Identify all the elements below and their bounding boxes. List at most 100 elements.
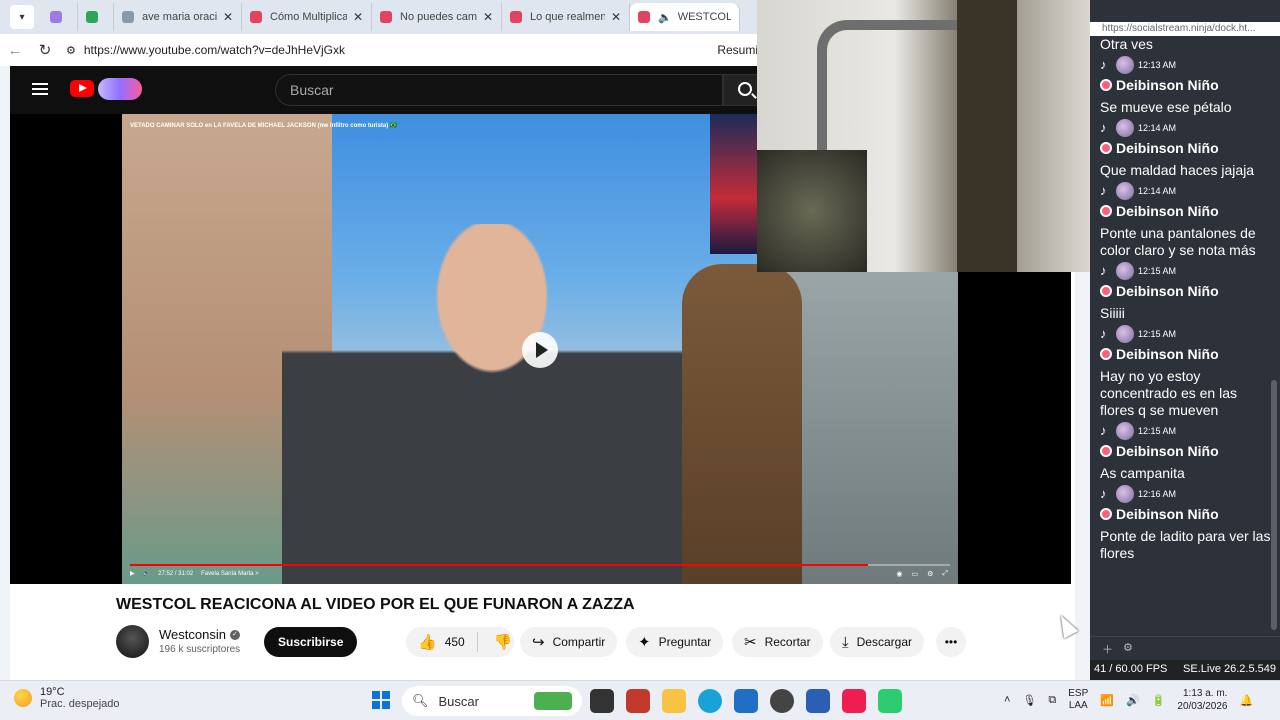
tab-pinned-2[interactable]	[78, 3, 114, 31]
chat-author: Deibinson Niño	[1100, 201, 1272, 221]
chat-message-meta: ♪ 12:15 AM	[1100, 261, 1272, 281]
word-icon[interactable]	[806, 689, 830, 713]
search-highlight-icon	[534, 692, 572, 710]
ask-button[interactable]: ✦ Preguntar	[626, 627, 724, 657]
chat-message-text: Se mueve ese pétalo	[1100, 99, 1232, 115]
close-tab-icon[interactable]: ✕	[223, 10, 233, 24]
clip-button[interactable]: ✂ Recortar	[732, 627, 823, 657]
close-tab-icon[interactable]: ✕	[353, 10, 363, 24]
volume-icon[interactable]: 🔈	[143, 570, 150, 577]
thumbs-down-icon[interactable]: 👎	[486, 633, 521, 651]
taskbar-search[interactable]: 🔍︎ Buscar	[402, 686, 582, 716]
chat-author-name: Deibinson Niño	[1116, 506, 1219, 522]
chat-avatar	[1116, 182, 1134, 200]
chat-footer: ＋ ⚙	[1090, 636, 1280, 658]
back-icon[interactable]: ←	[0, 42, 30, 59]
add-icon[interactable]: ＋	[1102, 641, 1113, 656]
chat-avatar	[1116, 325, 1134, 343]
like-button[interactable]: 👍 450	[406, 632, 478, 652]
notification-icon[interactable]: 🔔	[1239, 694, 1253, 707]
youtube-doodle[interactable]	[98, 78, 142, 100]
tab-lo-que-realmente[interactable]: Lo que realmente ✕	[502, 3, 630, 31]
scene-doorway	[957, 0, 1017, 272]
address-bar: ← ↻ ⚙ https://www.youtube.com/watch?v=de…	[0, 34, 760, 66]
settings-icon[interactable]: ⚙	[1123, 641, 1133, 654]
file-explorer-icon[interactable]	[662, 689, 686, 713]
play-small-icon[interactable]: ▶	[130, 570, 135, 577]
settings-icon[interactable]: ⚙	[927, 570, 933, 578]
windows-start-icon[interactable]	[372, 691, 390, 709]
url-field[interactable]: ⚙ https://www.youtube.com/watch?v=deJhHe…	[66, 43, 345, 57]
summary-button[interactable]: Resumi	[717, 43, 758, 57]
channel-name-wrap[interactable]: Westconsin ✓	[159, 627, 240, 642]
task-view-icon[interactable]	[590, 689, 614, 713]
embedded-progress-bar[interactable]	[130, 564, 950, 566]
volume-icon[interactable]: 🔊	[1126, 694, 1140, 707]
subscriber-count: 196 k suscriptores	[159, 644, 241, 655]
hamburger-menu-icon[interactable]	[32, 83, 48, 95]
chat-time: 12:15 AM	[1138, 426, 1177, 436]
sun-icon	[14, 689, 32, 707]
language-indicator[interactable]: ESP LAA	[1068, 688, 1088, 712]
store-icon[interactable]	[734, 689, 758, 713]
chat-author-name: Deibinson Niño	[1116, 140, 1219, 156]
tiktok-icon: ♪	[1100, 326, 1107, 341]
chat-author-name: Deibinson Niño	[1116, 77, 1219, 93]
share-button[interactable]: ↪ Compartir	[520, 627, 618, 657]
tiktok-icon: ♪	[1100, 57, 1107, 72]
scene-person	[282, 224, 702, 584]
download-icon: ⤓	[842, 633, 849, 651]
search-icon: 🔍︎	[412, 693, 429, 708]
more-icon: •••	[944, 635, 958, 649]
tiktok-icon[interactable]	[842, 689, 866, 713]
chat-avatar	[1116, 56, 1134, 74]
weather-temp: 19°C	[40, 686, 65, 698]
weather-widget[interactable]: 19°C Prac. despejado	[14, 686, 120, 710]
tab-pinned-1[interactable]	[42, 3, 78, 31]
scissors-icon: ✂	[744, 634, 757, 651]
chevron-up-icon[interactable]: ˄	[1004, 694, 1010, 706]
clock[interactable]: 1:13 a. m. 20/03/2026	[1177, 687, 1227, 713]
subtitles-icon[interactable]: ▭	[911, 570, 918, 578]
wifi-icon[interactable]: 📶	[1100, 694, 1114, 707]
obs-icon[interactable]	[770, 689, 794, 713]
search-input[interactable]: Buscar	[275, 74, 723, 106]
close-tab-icon[interactable]: ✕	[611, 10, 621, 24]
tab-search-dropdown[interactable]: ▾	[10, 5, 34, 29]
edge-icon[interactable]	[698, 689, 722, 713]
channel-name[interactable]: Westconsin	[159, 627, 226, 642]
channel-avatar[interactable]	[116, 625, 149, 658]
tab-label: ave maria oración	[142, 11, 217, 23]
chapter-label[interactable]: Favela Santa Marta >	[201, 571, 259, 577]
tray-app-icon[interactable]: ⧉	[1048, 694, 1056, 707]
chat-message-meta: ♪ 12:15 AM	[1100, 421, 1272, 441]
download-button[interactable]: ⤓ Descargar	[830, 627, 924, 657]
play-icon[interactable]	[522, 332, 558, 368]
fullscreen-icon[interactable]: ⤢	[942, 570, 948, 578]
chat-message-text: Hay no yo estoy concentrado es en las fl…	[1100, 368, 1237, 418]
microphone-icon[interactable]: 🎙	[1022, 694, 1036, 707]
reload-icon[interactable]: ↻	[30, 41, 60, 59]
autoplay-icon[interactable]: ◉	[896, 570, 902, 578]
youtube-logo-icon[interactable]	[70, 80, 94, 97]
tab-no-puedes[interactable]: No puedes cambi ✕	[372, 3, 502, 31]
verified-icon: ✓	[229, 629, 240, 640]
tab-label: Lo que realmente	[530, 11, 605, 23]
chat-message-text: Siiiii	[1100, 305, 1125, 321]
subscribe-button[interactable]: Suscribirse	[264, 627, 358, 657]
chat-scrollbar[interactable]	[1271, 380, 1277, 630]
battery-icon[interactable]: 🔋	[1152, 694, 1166, 707]
tab-ave-maria[interactable]: ave maria oración ✕	[114, 3, 242, 31]
badge-icon	[1100, 285, 1112, 297]
chat-avatar	[1116, 485, 1134, 503]
app-shield-icon[interactable]	[626, 689, 650, 713]
tab-multiplicar[interactable]: Cómo Multiplicar ✕	[242, 3, 372, 31]
app-green-icon[interactable]	[878, 689, 902, 713]
more-actions-button[interactable]: •••	[936, 627, 966, 657]
tab-westcol[interactable]: 🔈 WESTCOL RE	[630, 3, 740, 31]
ask-label: Preguntar	[658, 635, 712, 649]
site-info-icon[interactable]: ⚙	[66, 44, 76, 57]
chat-time: 12:15 AM	[1138, 266, 1177, 276]
close-tab-icon[interactable]: ✕	[483, 10, 493, 24]
thumbs-up-icon: 👍	[418, 634, 437, 651]
